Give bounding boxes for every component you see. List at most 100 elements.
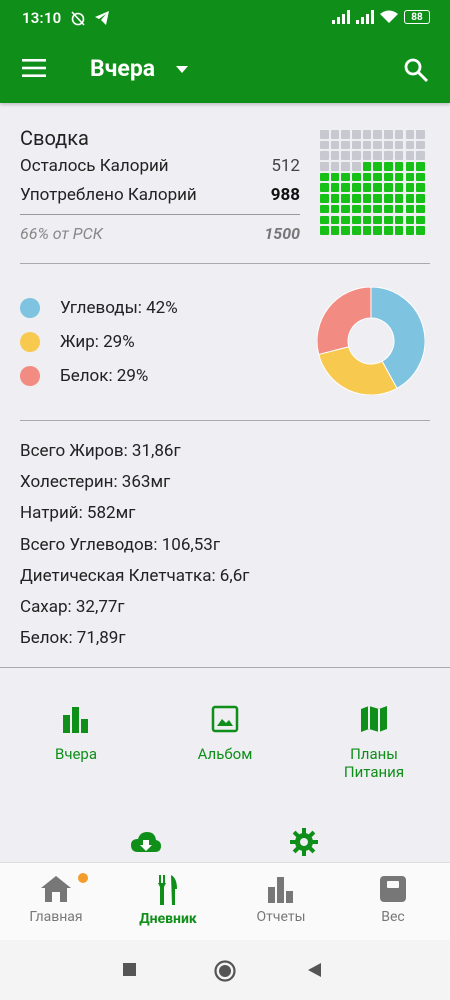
consumed-row: Употреблено Калорий 988 (20, 185, 300, 205)
grid-cell-filled (341, 172, 350, 182)
grid-cell-filled (384, 172, 393, 182)
meal-plans-label-1: Планы (350, 745, 398, 763)
gear-icon[interactable] (290, 828, 318, 856)
grid-cell-filled (362, 226, 372, 235)
calorie-grid (320, 130, 430, 240)
wifi-icon (380, 10, 398, 23)
grid-cell-empty (320, 130, 329, 139)
grid-cell-empty (320, 162, 329, 171)
grid-cell-empty (330, 130, 340, 139)
grid-cell-empty (405, 130, 414, 139)
legend-carbs: Углеводы: 42% (20, 298, 178, 318)
recents-icon[interactable] (122, 962, 138, 978)
grid-cell-filled (394, 204, 404, 214)
grid-cell-empty (416, 130, 425, 139)
grid-cell-filled (416, 226, 425, 235)
fat-label: Жир: 29% (60, 332, 135, 352)
grid-cell-filled (416, 215, 425, 224)
consumed-value: 988 (270, 185, 300, 205)
fat-dot (20, 332, 40, 352)
album-label: Альбом (197, 745, 253, 763)
app-bar: Вчера (0, 35, 450, 103)
rsk-row: 66% от РСК 1500 (20, 224, 300, 243)
grid-cell-filled (405, 226, 414, 235)
nutrient-cholesterol: Холестерин: 363мг (20, 472, 171, 492)
nutrient-total-carbs: Всего Углеводов: 106,53г (20, 535, 220, 555)
grid-cell-empty (384, 130, 393, 139)
grid-cell-filled (373, 226, 382, 235)
grid-cell-filled (352, 172, 361, 182)
date-title[interactable]: Вчера (90, 55, 155, 82)
grid-cell-filled (362, 162, 372, 171)
grid-cell-filled (341, 204, 350, 214)
grid-cell-filled (330, 194, 340, 203)
tab-diary-label: Дневник (139, 911, 197, 927)
grid-cell-filled (405, 215, 414, 224)
legend-protein: Белок: 29% (20, 366, 148, 386)
grid-cell-empty (384, 140, 393, 150)
search-icon[interactable] (403, 57, 429, 83)
grid-cell-empty (330, 151, 340, 160)
grid-cell-filled (362, 194, 372, 203)
chevron-down-icon[interactable] (176, 66, 188, 73)
grid-cell-empty (320, 151, 329, 160)
grid-cell-filled (320, 204, 329, 214)
cloud-download-icon[interactable] (130, 830, 162, 856)
grid-cell-filled (384, 194, 393, 203)
grid-cell-filled (320, 215, 329, 224)
grid-cell-empty (341, 151, 350, 160)
yesterday-button[interactable]: Вчера (16, 705, 136, 763)
home-nav-icon[interactable] (213, 959, 237, 983)
grid-cell-filled (362, 204, 372, 214)
grid-cell-filled (384, 204, 393, 214)
signal-icon (332, 10, 350, 24)
grid-cell-empty (384, 151, 393, 160)
grid-cell-filled (384, 162, 393, 171)
notification-badge (78, 873, 88, 883)
grid-cell-empty (352, 130, 361, 139)
nutrient-sodium: Натрий: 582мг (20, 503, 136, 523)
section-divider-2 (20, 420, 430, 421)
grid-cell-empty (330, 140, 340, 150)
protein-label: Белок: 29% (60, 366, 149, 386)
grid-cell-empty (341, 130, 350, 139)
status-bar: 13:10 88 (0, 0, 450, 35)
bar-chart-icon (268, 877, 293, 903)
grid-cell-filled (405, 172, 414, 182)
tab-diary[interactable]: Дневник (112, 863, 224, 927)
grid-cell-filled (352, 226, 361, 235)
system-nav-bar (0, 940, 450, 1000)
grid-cell-filled (341, 226, 350, 235)
tab-reports[interactable]: Отчеты (225, 863, 337, 925)
yesterday-label: Вчера (54, 745, 98, 763)
grid-cell-filled (341, 194, 350, 203)
grid-cell-empty (341, 140, 350, 150)
grid-cell-filled (352, 183, 361, 192)
tab-reports-label: Отчеты (256, 909, 306, 925)
tab-home[interactable]: Главная (0, 863, 112, 925)
grid-cell-filled (394, 172, 404, 182)
grid-cell-filled (352, 215, 361, 224)
grid-cell-filled (405, 183, 414, 192)
menu-icon[interactable] (22, 57, 48, 79)
grid-cell-empty (416, 140, 425, 150)
grid-cell-filled (330, 204, 340, 214)
grid-cell-filled (320, 172, 329, 182)
rsk-value: 1500 (264, 224, 300, 243)
grid-cell-filled (373, 215, 382, 224)
grid-cell-filled (416, 172, 425, 182)
telegram-icon (95, 11, 109, 25)
grid-cell-filled (330, 183, 340, 192)
battery-indicator: 88 (404, 10, 430, 24)
grid-cell-empty (394, 140, 404, 150)
grid-cell-filled (330, 215, 340, 224)
album-button[interactable]: Альбом (165, 705, 285, 763)
meal-plans-button[interactable]: Планы Питания (314, 705, 434, 781)
bottom-tab-bar: Главная Дневник Отчеты Вес (0, 862, 450, 941)
tab-weight[interactable]: Вес (337, 863, 449, 925)
tab-home-label: Главная (29, 909, 83, 925)
protein-dot (20, 366, 40, 386)
page-divider (0, 667, 450, 668)
back-icon[interactable] (306, 962, 322, 978)
grid-cell-filled (416, 204, 425, 214)
